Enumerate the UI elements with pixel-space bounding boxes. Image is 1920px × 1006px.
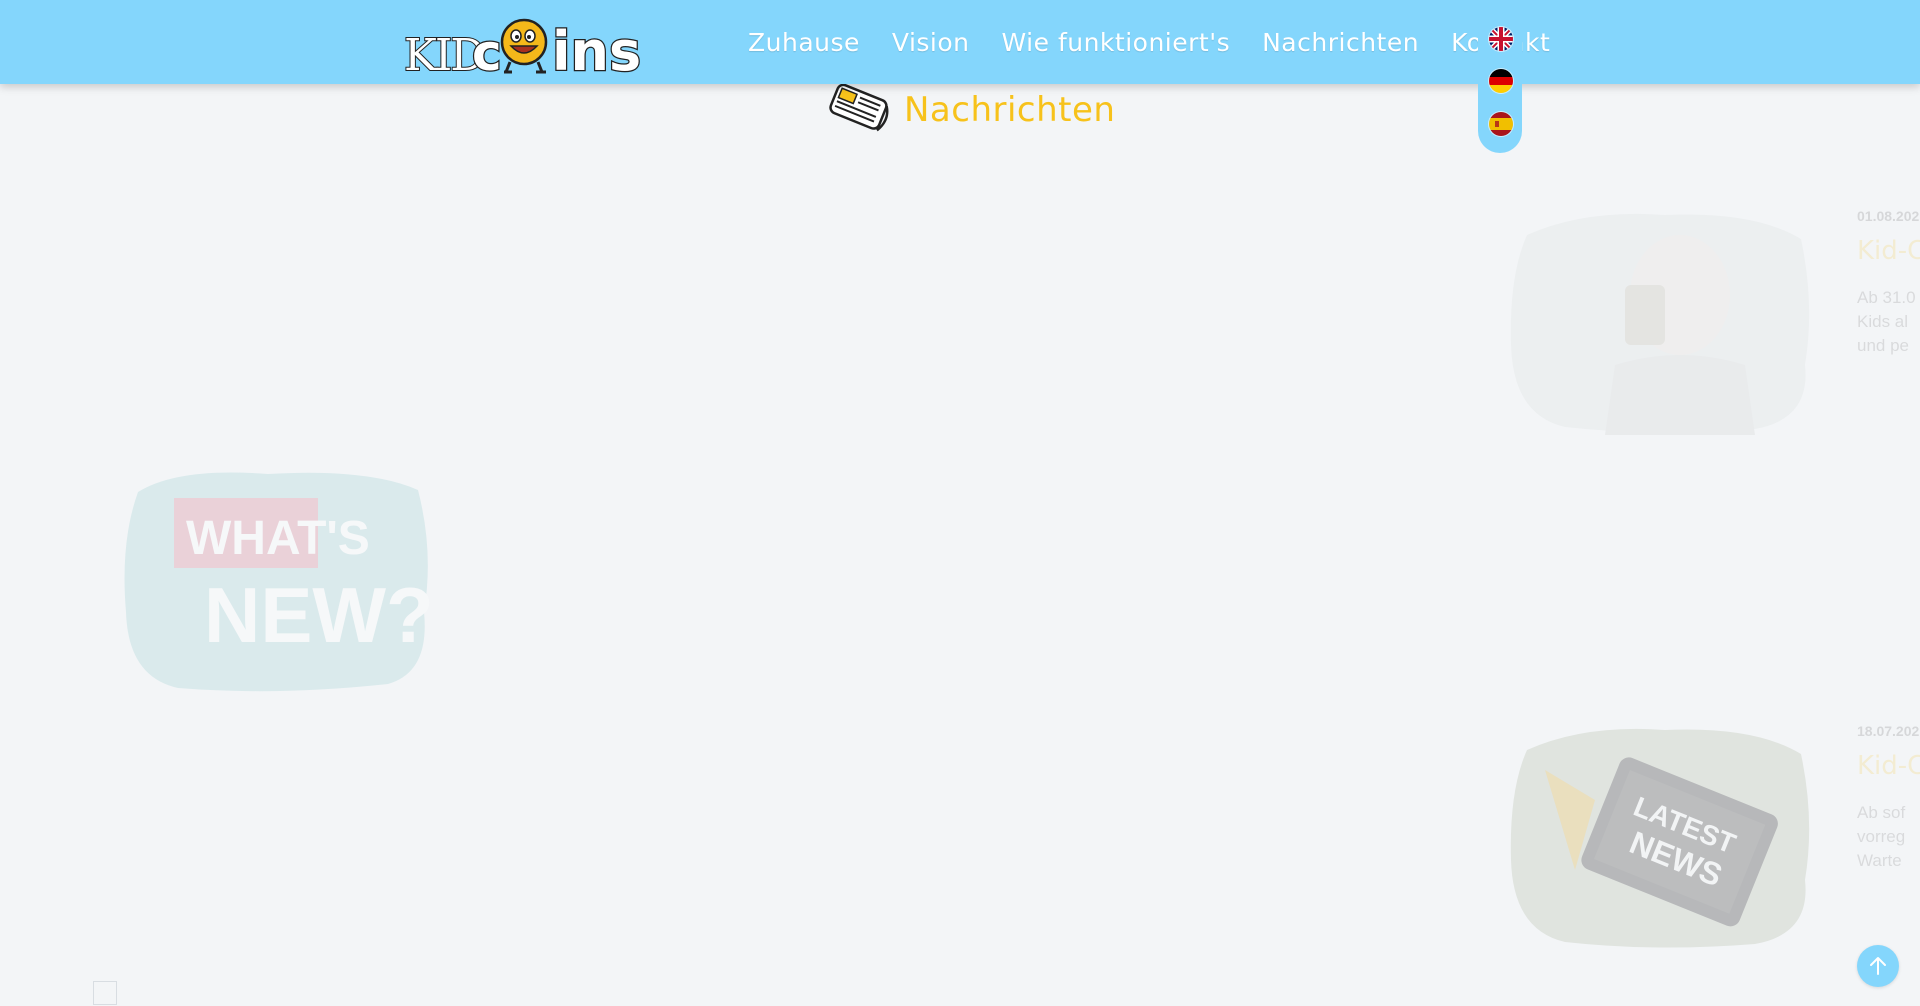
back-to-top-button[interactable]	[1857, 945, 1899, 987]
nav-item-vision[interactable]: Vision	[892, 28, 970, 57]
svg-text:c: c	[472, 24, 502, 74]
uk-flag-icon[interactable]	[1489, 27, 1513, 51]
main-nav: Zuhause Vision Wie funktioniert's Nachri…	[748, 0, 1550, 84]
section-title: Nachrichten	[904, 90, 1116, 130]
newspaper-icon	[826, 82, 892, 138]
svg-text:ins: ins	[552, 20, 641, 74]
kidcoins-logo-image: KID c ins	[403, 18, 642, 84]
news-excerpt: Ab sof vorreg Warte	[1857, 803, 1906, 870]
whats-new-line1: WHAT'S	[186, 512, 370, 565]
language-dropdown	[1478, 0, 1522, 153]
latest-news-image: LATEST NEWS	[1505, 720, 1815, 950]
nav-item-zuhause[interactable]: Zuhause	[748, 28, 860, 57]
news-date: 01.08.202	[1857, 208, 1920, 224]
news-date: 18.07.202	[1857, 723, 1920, 739]
news-item[interactable]: 18.07.202 Kid-Co Ab sof vorreg Warte	[1857, 723, 1920, 873]
small-square-outline	[93, 981, 117, 1005]
site-header: KID c ins Zuhause Vision Wie funktionier…	[0, 0, 1920, 84]
spain-flag-icon[interactable]	[1489, 112, 1513, 136]
news-title[interactable]: Kid-Co	[1857, 751, 1920, 781]
whats-new-line2: NEW?	[204, 571, 434, 659]
arrow-up-icon	[1870, 957, 1886, 975]
whats-new-image: WHAT'S NEW?	[118, 462, 434, 696]
nav-item-wie-funktionierts[interactable]: Wie funktioniert's	[1002, 28, 1231, 57]
kidcoins-logo[interactable]: KID c ins	[402, 8, 642, 84]
news-title[interactable]: Kid-Co	[1857, 236, 1920, 266]
news-item[interactable]: 01.08.202 Kid-Co Ab 31.0 Kids al und pe	[1857, 208, 1920, 358]
germany-flag-icon[interactable]	[1489, 69, 1513, 93]
news-excerpt: Ab 31.0 Kids al und pe	[1857, 288, 1916, 355]
nav-item-nachrichten[interactable]: Nachrichten	[1262, 28, 1419, 57]
kid-phone-image	[1505, 205, 1815, 435]
coin-mascot-icon	[500, 18, 548, 74]
section-heading: Nachrichten	[826, 82, 1115, 138]
